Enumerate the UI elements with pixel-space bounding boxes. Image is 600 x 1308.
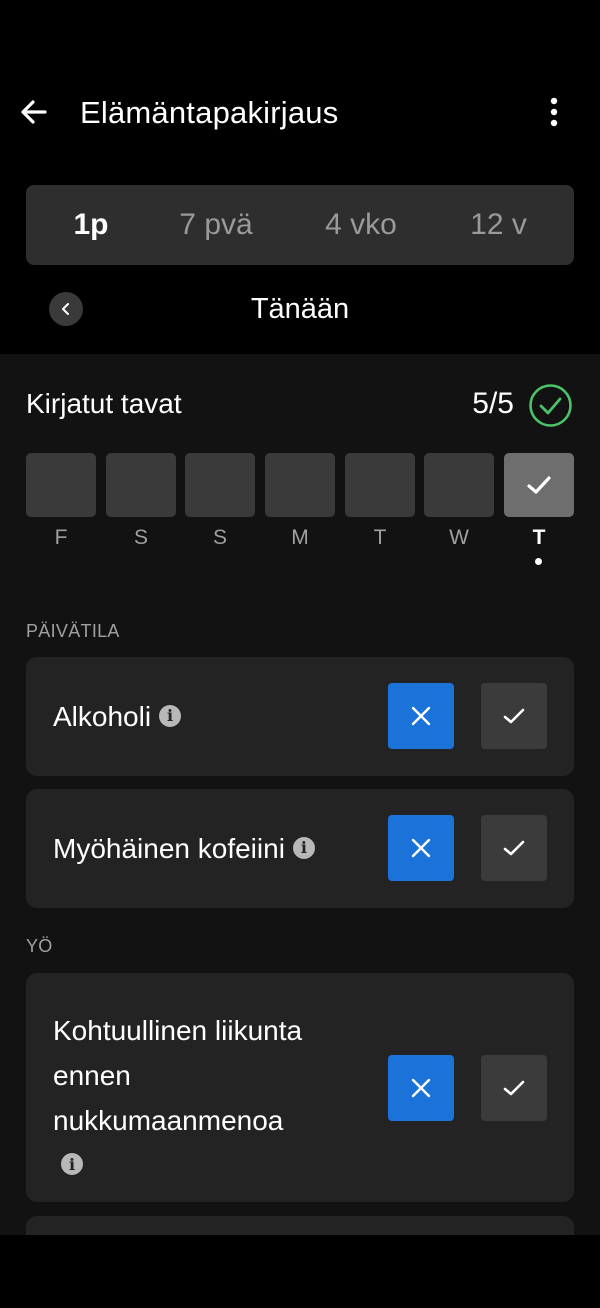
check-icon [527,476,551,494]
tab-4-weeks[interactable]: 4 vko [301,185,421,265]
habit-card-partial [26,1216,574,1235]
habit-label-text: Alkoholi [53,701,152,732]
day-box-sat[interactable] [106,453,176,517]
check-icon [503,1080,525,1096]
habit-no-button[interactable] [388,815,454,881]
more-options-button[interactable] [534,92,574,132]
habit-yes-button[interactable] [481,683,547,749]
section-title-night: YÖ [26,936,53,956]
day-label-today: T [532,526,546,549]
day-box-mon[interactable] [265,453,335,517]
habit-label: Myöhäinen kofeiini i [53,826,315,871]
info-icon[interactable]: i [61,1153,83,1175]
arrow-left-icon [21,100,47,124]
day-label: S [212,526,227,549]
close-icon [411,706,431,726]
check-icon [503,708,525,724]
bottom-bar [0,1235,600,1308]
habit-label-line: nukkumaanmenoa [53,1105,284,1136]
day-box-fri[interactable] [26,453,96,517]
day-label: M [291,526,309,549]
info-icon[interactable]: i [292,836,315,859]
habit-card-exercise-before-bed: Kohtuullinen liikunta ennen nukkumaanmen… [26,973,574,1202]
day-label: F [54,526,68,549]
tab-7-days[interactable]: 7 pvä [156,185,276,265]
close-icon [411,1078,431,1098]
period-selector: 1p 7 pvä 4 vko 12 v [26,185,574,265]
check-circle-icon [529,384,572,427]
habit-no-button[interactable] [388,1055,454,1121]
check-icon [503,840,525,856]
day-box-wed[interactable] [424,453,494,517]
habit-no-button[interactable] [388,683,454,749]
day-box-sun[interactable] [185,453,255,517]
day-label: T [373,526,387,549]
habit-card-alcohol: Alkoholi i [26,657,574,776]
more-vertical-icon [550,97,558,127]
close-icon [411,838,431,858]
day-box-thu-today[interactable] [504,453,574,517]
back-button[interactable] [14,92,54,132]
date-label: Tänään [250,293,350,325]
tab-12-months[interactable]: 12 v [441,185,556,265]
previous-date-button[interactable] [49,292,83,326]
chevron-left-icon [62,303,69,315]
section-title-daytime: PÄIVÄTILA [26,621,120,641]
habit-card-late-caffeine: Myöhäinen kofeiini i [26,789,574,908]
tab-1-day[interactable]: 1p [36,185,146,265]
habits-content: Kirjatut tavat 5/5 F S S M T W T PÄIVÄTI… [0,354,600,1235]
habit-label-line: Kohtuullinen liikunta [53,1015,303,1046]
habit-label-line: ennen [53,1060,131,1091]
habit-label: Alkoholi i [53,694,182,739]
habit-yes-button[interactable] [481,1055,547,1121]
habit-yes-button[interactable] [481,815,547,881]
today-indicator [535,558,542,565]
info-icon[interactable]: i [159,704,182,727]
day-label: S [133,526,148,549]
habit-label-text: Myöhäinen kofeiini [53,833,285,864]
logged-habits-title: Kirjatut tavat [26,388,182,419]
day-box-tue[interactable] [345,453,415,517]
page-title: Elämäntapakirjaus [80,95,339,130]
logged-count: 5/5 [472,387,514,420]
day-label: W [449,526,469,549]
app-header: Elämäntapakirjaus 1p 7 pvä 4 vko 12 v Tä… [0,0,600,354]
